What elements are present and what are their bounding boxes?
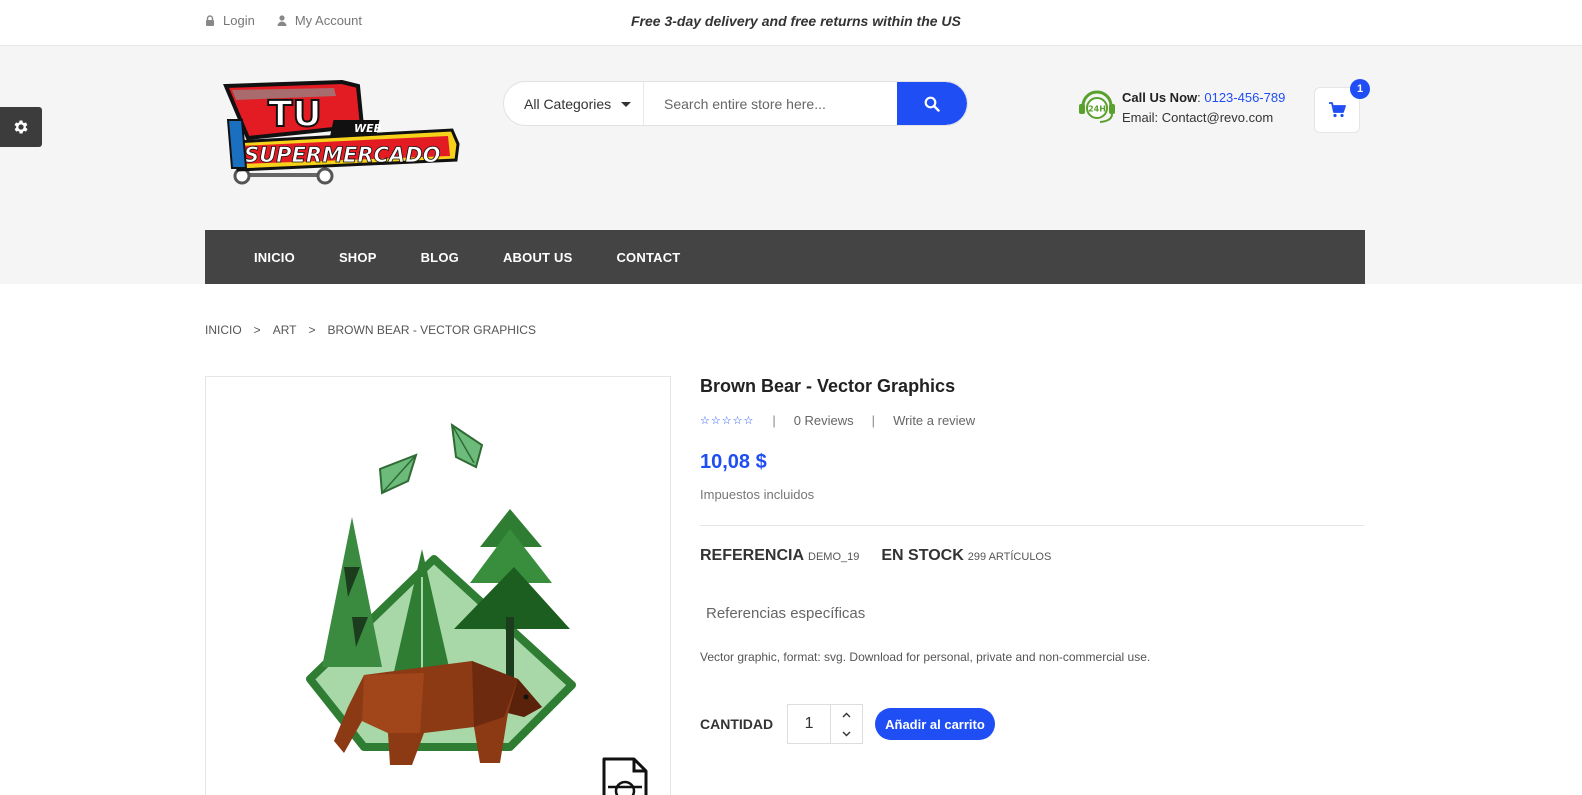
- breadcrumb-item-current: BROWN BEAR - VECTOR GRAPHICS: [327, 323, 536, 337]
- brown-bear-illustration: [306, 422, 576, 765]
- top-links: Login My Account: [205, 13, 362, 28]
- stock-value: 299 Artículos: [967, 551, 1052, 563]
- settings-toggle[interactable]: [0, 107, 42, 147]
- breadcrumb: INICIO > ART > BROWN BEAR - VECTOR GRAPH…: [205, 323, 536, 337]
- product-rating: ☆☆☆☆☆ | 0 Reviews | Write a review: [700, 413, 975, 428]
- gear-icon: [14, 120, 28, 134]
- user-icon: [277, 15, 287, 26]
- reference-label: REFERENCIA: [700, 547, 805, 564]
- contact-info: 24H Call Us Now: 0123-456-789 Email: Con…: [1078, 88, 1285, 128]
- reviews-count[interactable]: 0 Reviews: [794, 413, 854, 428]
- leaf-shape: [378, 453, 418, 495]
- rating-separator: |: [772, 413, 776, 428]
- category-select[interactable]: All Categories: [504, 82, 644, 125]
- nav-item-contact[interactable]: CONTACT: [616, 250, 680, 265]
- stock-label: EN STOCK: [881, 547, 964, 564]
- quantity-input[interactable]: [788, 705, 831, 743]
- caret-down-icon: [621, 102, 631, 107]
- tax-note: Impuestos incluidos: [700, 487, 815, 502]
- breadcrumb-separator: >: [308, 323, 316, 337]
- product-title: Brown Bear - Vector Graphics: [700, 376, 956, 396]
- login-label: Login: [223, 13, 255, 28]
- logo-text-top: TU: [268, 94, 322, 135]
- product-description: Vector graphic, format: svg. Download fo…: [700, 650, 1151, 664]
- quantity-increase-button[interactable]: [831, 705, 862, 724]
- nav-item-about-us[interactable]: ABOUT US: [503, 250, 573, 265]
- product-price: 10,08 $: [700, 451, 767, 473]
- my-account-label: My Account: [294, 13, 363, 28]
- nav-item-shop[interactable]: SHOP: [339, 250, 377, 265]
- chevron-down-icon: [842, 731, 851, 736]
- nav-item-inicio[interactable]: INICIO: [254, 250, 295, 265]
- chevron-up-icon: [842, 712, 851, 717]
- quantity-stepper: [787, 704, 864, 744]
- login-link[interactable]: Login: [205, 13, 255, 28]
- main-nav: INICIO SHOP BLOG ABOUT US CONTACT: [205, 230, 1365, 284]
- breadcrumb-item-art[interactable]: ART: [273, 323, 297, 337]
- call-phone[interactable]: 0123-456-789: [1204, 90, 1285, 105]
- lock-icon: [206, 15, 214, 26]
- search-bar: All Categories: [503, 81, 968, 126]
- search-input[interactable]: [644, 82, 897, 125]
- email-line: Email: Contact@revo.com: [1122, 110, 1274, 125]
- quantity-label: CANTIDAD: [700, 716, 774, 732]
- product-meta: REFERENCIA demo_19 EN STOCK 299 Artículos: [700, 547, 1051, 565]
- breadcrumb-item-inicio[interactable]: INICIO: [205, 323, 242, 337]
- my-account-link[interactable]: My Account: [277, 13, 362, 28]
- nav-item-blog[interactable]: BLOG: [421, 250, 459, 265]
- call-label: Call Us Now: [1122, 90, 1198, 105]
- product-image[interactable]: [205, 376, 671, 795]
- headset-24h-text: 24H: [1088, 105, 1106, 114]
- quantity-spinner: [830, 705, 862, 743]
- logo-text-main: SUPERMERCADO: [244, 143, 441, 167]
- divider: [700, 525, 1364, 526]
- leaf-shape: [450, 422, 484, 469]
- write-review-link[interactable]: Write a review: [893, 413, 975, 428]
- cart-count-badge: 1: [1350, 79, 1370, 99]
- add-to-cart-row: CANTIDAD Añadir al carrito: [700, 704, 995, 744]
- headset-24h-icon: 24H: [1079, 90, 1115, 123]
- contact-lines: Call Us Now: 0123-456-789 Email: Contact…: [1122, 88, 1285, 128]
- category-select-value: All Categories: [524, 95, 612, 112]
- add-to-cart-button[interactable]: Añadir al carrito: [875, 708, 995, 740]
- promo-text: Free 3-day delivery and free returns wit…: [631, 13, 961, 29]
- top-bar: Login My Account Free 3-day delivery and…: [0, 0, 1582, 46]
- reference-info: REFERENCIA demo_19: [700, 547, 859, 565]
- call-line: Call Us Now: 0123-456-789: [1122, 90, 1286, 105]
- stock-info: EN STOCK 299 Artículos: [881, 547, 1051, 565]
- reference-value: demo_19: [808, 551, 860, 563]
- quantity-decrease-button[interactable]: [831, 724, 862, 743]
- supermercado-logo[interactable]: TU WEB SUPERMERCADO: [222, 80, 464, 188]
- star-rating-icon: ☆☆☆☆☆: [700, 415, 755, 427]
- site-header: TU WEB SUPERMERCADO All Categories 24H: [0, 46, 1582, 284]
- search-button[interactable]: [897, 82, 967, 125]
- search-icon: [924, 96, 940, 112]
- cart-icon: [1328, 102, 1346, 118]
- breadcrumb-separator: >: [253, 323, 261, 337]
- rating-separator: |: [871, 413, 876, 428]
- svg-file-icon: [602, 757, 648, 795]
- specific-references-tab[interactable]: Referencias específicas: [706, 605, 865, 622]
- cart-button[interactable]: 1: [1314, 79, 1370, 133]
